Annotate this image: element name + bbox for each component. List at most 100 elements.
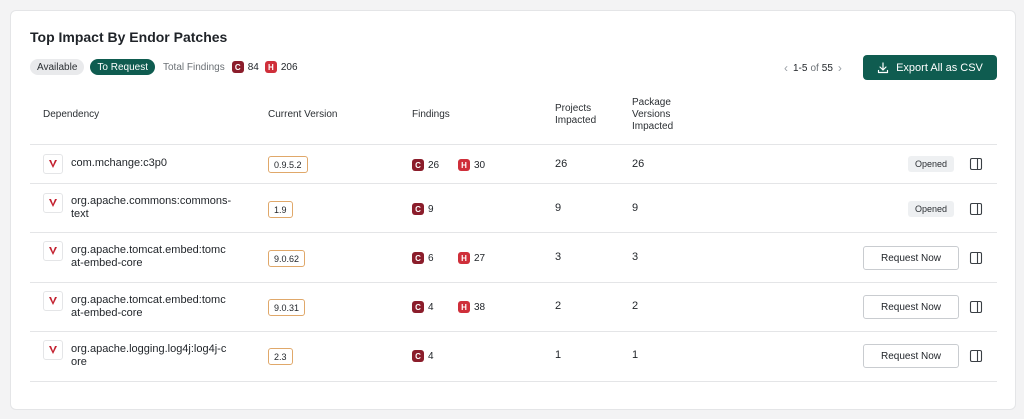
dependency-name[interactable]: org.apache.commons:commons- text — [71, 195, 261, 221]
dependency-name-line1: org.apache.commons:commons- — [71, 195, 232, 207]
high-count: 38 — [474, 301, 486, 313]
critical-findings: C 4 — [412, 301, 440, 313]
high-count: 30 — [474, 159, 486, 171]
version-badge: 1.9 — [268, 201, 293, 218]
high-total: 206 — [280, 61, 298, 73]
dependency-name-line1: com.mchange:c3p0 — [71, 157, 167, 169]
package-versions-impacted: 2 — [632, 300, 639, 312]
total-findings-label: Total Findings — [163, 61, 225, 73]
filter-available[interactable]: Available — [30, 59, 85, 75]
table-row[interactable]: org.apache.logging.log4j:log4j-c ore 2.3… — [30, 332, 997, 382]
high-findings: H 38 — [458, 301, 491, 313]
table-row[interactable]: org.apache.commons:commons- text 1.9 C 9… — [30, 184, 997, 233]
export-csv-button[interactable]: Export All as CSV — [863, 55, 997, 80]
critical-badge: C — [412, 159, 424, 171]
critical-badge: C — [412, 350, 424, 362]
critical-findings: C 9 — [412, 203, 440, 215]
high-badge: H — [264, 61, 277, 73]
side-panel-icon[interactable] — [969, 300, 983, 314]
projects-impacted: 26 — [555, 158, 568, 170]
col-projects-line1: Projects — [555, 103, 592, 114]
projects-impacted: 2 — [555, 300, 562, 312]
col-pkg-line2: Versions — [632, 109, 671, 120]
table-row[interactable]: org.apache.tomcat.embed:tomc at-embed-co… — [30, 233, 997, 283]
critical-count: 26 — [428, 159, 440, 171]
high-count: 27 — [474, 252, 486, 264]
critical-badge: C — [412, 203, 424, 215]
maven-logo-icon — [43, 291, 63, 311]
status-badge: Opened — [908, 201, 955, 217]
dependency-name[interactable]: org.apache.tomcat.embed:tomc at-embed-co… — [71, 294, 261, 320]
critical-badge: C — [231, 61, 244, 73]
critical-findings: C 6 — [412, 252, 440, 264]
card-title: Top Impact By Endor Patches — [30, 29, 228, 45]
maven-logo-icon — [43, 193, 63, 213]
maven-logo-icon — [43, 241, 63, 261]
side-panel-icon[interactable] — [969, 202, 983, 216]
dependency-name-line2: at-embed-core — [71, 307, 143, 319]
col-projects-impacted[interactable]: Projects Impacted — [555, 103, 596, 127]
dependency-name-line1: org.apache.logging.log4j:log4j-c — [71, 343, 227, 355]
dependency-name-line2: ore — [71, 356, 87, 368]
critical-total: 84 — [247, 61, 259, 73]
status-badge: Opened — [908, 156, 955, 172]
version-badge: 9.0.62 — [268, 250, 306, 267]
side-panel-icon[interactable] — [969, 349, 983, 363]
table-row[interactable]: org.apache.tomcat.embed:tomc at-embed-co… — [30, 283, 997, 332]
critical-count: 4 — [428, 301, 434, 313]
critical-count: 4 — [428, 350, 434, 362]
filter-to-request[interactable]: To Request — [90, 59, 155, 75]
request-now-button[interactable]: Request Now — [863, 295, 959, 319]
dependency-name[interactable]: org.apache.logging.log4j:log4j-c ore — [71, 343, 261, 369]
table-row[interactable]: com.mchange:c3p0 0.9.5.2 C 26 H 30 26 26… — [30, 145, 997, 184]
maven-logo-icon — [43, 154, 63, 174]
side-panel-icon[interactable] — [969, 251, 983, 265]
version-badge: 9.0.31 — [268, 299, 306, 316]
package-versions-impacted: 26 — [632, 158, 645, 170]
download-icon — [877, 61, 889, 73]
dependency-name[interactable]: org.apache.tomcat.embed:tomc at-embed-co… — [71, 244, 261, 270]
dependency-name-line2: text — [71, 208, 89, 220]
high-badge: H — [458, 301, 470, 313]
side-panel-icon[interactable] — [969, 157, 983, 171]
col-package-versions[interactable]: Package Versions Impacted — [632, 97, 673, 133]
high-badge: H — [458, 159, 470, 171]
export-label: Export All as CSV — [896, 61, 983, 74]
page-total: 55 — [821, 62, 833, 74]
chevron-right-icon[interactable]: › — [833, 61, 847, 75]
col-pkg-line1: Package — [632, 97, 671, 108]
filter-bar: Available To Request Total Findings C 84… — [30, 59, 304, 75]
package-versions-impacted: 1 — [632, 349, 639, 361]
page-range: 1-5 — [793, 62, 808, 74]
dependency-name[interactable]: com.mchange:c3p0 — [71, 157, 261, 170]
package-versions-impacted: 3 — [632, 251, 639, 263]
critical-count: 9 — [428, 203, 434, 215]
maven-logo-icon — [43, 340, 63, 360]
top-impact-card: Top Impact By Endor Patches Available To… — [10, 10, 1016, 410]
critical-count: 6 — [428, 252, 434, 264]
dependency-name-line1: org.apache.tomcat.embed:tomc — [71, 244, 226, 256]
critical-findings: C 26 — [412, 159, 445, 171]
col-current-version[interactable]: Current Version — [268, 109, 337, 121]
col-dependency[interactable]: Dependency — [43, 109, 99, 121]
critical-badge: C — [412, 301, 424, 313]
dependency-name-line1: org.apache.tomcat.embed:tomc — [71, 294, 226, 306]
critical-findings: C 4 — [412, 350, 440, 362]
col-projects-line2: Impacted — [555, 115, 597, 126]
request-now-button[interactable]: Request Now — [863, 246, 959, 270]
high-badge: H — [458, 252, 470, 264]
projects-impacted: 1 — [555, 349, 562, 361]
high-findings: H 27 — [458, 252, 491, 264]
table-header: Dependency Current Version Findings Proj… — [30, 95, 997, 145]
page-of: of — [810, 62, 819, 74]
high-findings: H 30 — [458, 159, 491, 171]
chevron-left-icon[interactable]: ‹ — [779, 61, 793, 75]
version-badge: 0.9.5.2 — [268, 156, 308, 173]
col-findings[interactable]: Findings — [412, 109, 450, 121]
projects-impacted: 3 — [555, 251, 562, 263]
critical-badge: C — [412, 252, 424, 264]
pagination: ‹ 1-5 of 55 › — [779, 61, 847, 75]
package-versions-impacted: 9 — [632, 202, 639, 214]
request-now-button[interactable]: Request Now — [863, 344, 959, 368]
dependency-name-line2: at-embed-core — [71, 257, 143, 269]
